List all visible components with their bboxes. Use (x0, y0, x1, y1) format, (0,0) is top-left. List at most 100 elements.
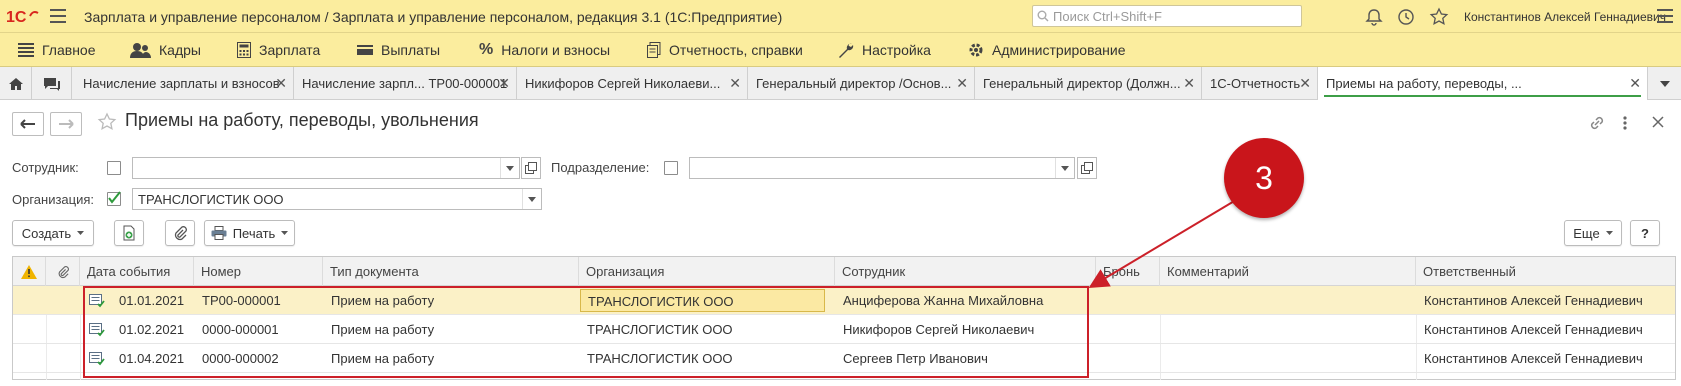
create-based-on-button[interactable] (114, 220, 144, 246)
search-placeholder: Поиск Ctrl+Shift+F (1053, 9, 1162, 24)
reports-icon (647, 42, 661, 58)
bell-icon[interactable] (1364, 7, 1384, 27)
app-title: Зарплата и управление персоналом / Зарпл… (84, 9, 783, 25)
column-label: Номер (201, 264, 242, 279)
department-open-button[interactable] (1077, 157, 1097, 179)
printer-icon (211, 226, 227, 240)
organization-value: ТРАНСЛОГИСТИК ООО (138, 192, 284, 207)
tab-payroll[interactable]: Начисление зарплаты и взносов ✕ (75, 67, 294, 100)
favorite-star-icon[interactable] (97, 112, 117, 132)
column-employee[interactable]: Сотрудник (835, 257, 1096, 286)
section-taxes[interactable]: % Налоги и взносы (479, 33, 610, 67)
more-label: Еще (1573, 225, 1600, 241)
section-payments[interactable]: Выплаты (357, 33, 440, 67)
column-label: Ответственный (1423, 264, 1516, 279)
close-icon[interactable]: ✕ (275, 75, 287, 92)
close-icon[interactable]: ✕ (498, 75, 510, 92)
tab-label: Начисление зарплаты и взносов (83, 76, 280, 91)
section-main[interactable]: Главное (18, 33, 96, 67)
dropdown-icon[interactable] (522, 189, 541, 209)
column-organization[interactable]: Организация (579, 257, 835, 286)
organization-filter-checkbox[interactable] (107, 191, 121, 206)
department-field[interactable] (689, 157, 1075, 179)
page-title: Приемы на работу, переводы, увольнения (125, 110, 479, 130)
more-actions-button[interactable]: Еще (1564, 220, 1622, 246)
section-hr[interactable]: Кадры (129, 33, 201, 67)
tab-director-position[interactable]: Генеральный директор (Должн... ✕ (975, 67, 1202, 100)
back-button[interactable] (12, 112, 44, 136)
tab-payroll-doc[interactable]: Начисление зарпл... ТР00-000001 ✕ (294, 67, 517, 100)
department-label: Подразделение: (551, 160, 650, 175)
search-icon (1037, 10, 1049, 22)
section-label: Кадры (159, 42, 201, 58)
tabs-dropdown-button[interactable] (1648, 67, 1681, 100)
department-filter-checkbox[interactable] (664, 161, 678, 175)
tab-label: Начисление зарпл... ТР00-000001 (302, 76, 508, 91)
help-button[interactable]: ? (1630, 220, 1660, 246)
title-bar: 1С Зарплата и управление персоналом / За… (0, 0, 1681, 33)
tab-director-main[interactable]: Генеральный директор /Основ... ✕ (748, 67, 975, 100)
home-tab[interactable] (0, 67, 32, 100)
tab-1c-reporting[interactable]: 1С-Отчетность ✕ (1202, 67, 1318, 100)
employee-filter-checkbox[interactable] (107, 161, 121, 175)
settings-menu-icon[interactable] (1657, 9, 1673, 23)
current-user[interactable]: Константинов Алексей Геннадиевич (1464, 10, 1666, 24)
attachments-button[interactable] (165, 220, 195, 246)
discussions-tab[interactable] (32, 67, 72, 100)
checkmark-icon (108, 191, 121, 204)
main-menu-icon[interactable] (50, 9, 66, 23)
close-icon[interactable]: ✕ (1183, 75, 1195, 92)
1c-logo-icon[interactable]: 1С (6, 7, 40, 25)
dropdown-icon[interactable] (1055, 158, 1074, 178)
section-settings[interactable]: Настройка (838, 33, 931, 67)
close-icon[interactable]: ✕ (956, 75, 968, 92)
tab-employee[interactable]: Никифоров Сергей Николаеви... ✕ (517, 67, 748, 100)
global-search-input[interactable]: Поиск Ctrl+Shift+F (1032, 5, 1302, 27)
close-icon[interactable]: ✕ (1629, 75, 1641, 92)
column-attachments[interactable] (46, 257, 80, 286)
tab-hiring-active[interactable]: Приемы на работу, переводы, ... ✕ (1318, 67, 1648, 100)
paperclip-icon (174, 226, 187, 241)
section-salary[interactable]: Зарплата (237, 33, 320, 67)
tab-label: Генеральный директор (Должн... (983, 76, 1181, 91)
column-number[interactable]: Номер (194, 257, 323, 286)
tab-label: Никифоров Сергей Николаеви... (525, 76, 721, 91)
organization-field[interactable]: ТРАНСЛОГИСТИК ООО (132, 188, 542, 210)
warning-icon (21, 265, 37, 279)
column-event-date[interactable]: Дата события (80, 257, 194, 286)
section-admin[interactable]: Администрирование (968, 33, 1126, 67)
employee-open-button[interactable] (521, 157, 541, 179)
active-tab-underline (1324, 95, 1641, 97)
section-label: Отчетность, справки (669, 42, 803, 58)
favorites-star-icon[interactable] (1429, 7, 1449, 27)
more-vertical-icon[interactable] (1622, 114, 1628, 132)
tab-label: Генеральный директор /Основ... (756, 76, 952, 91)
sections-panel: Главное Кадры Зарплата Выплаты % Налоги … (0, 33, 1681, 67)
close-form-icon[interactable] (1650, 114, 1666, 130)
dropdown-icon[interactable] (500, 158, 519, 178)
table-header: Дата события Номер Тип документа Организ… (13, 257, 1675, 286)
link-icon[interactable] (1588, 114, 1606, 132)
column-doc-type[interactable]: Тип документа (323, 257, 579, 286)
column-label: Дата события (87, 264, 171, 279)
create-button[interactable]: Создать (12, 220, 94, 246)
close-icon[interactable]: ✕ (1299, 75, 1311, 92)
print-button[interactable]: Печать (204, 220, 295, 246)
chevron-down-icon (1605, 231, 1613, 235)
history-icon[interactable] (1396, 7, 1416, 27)
document-add-icon (123, 225, 135, 241)
section-reports[interactable]: Отчетность, справки (647, 33, 803, 67)
column-warning[interactable] (13, 257, 46, 286)
column-responsible[interactable]: Ответственный (1416, 257, 1677, 286)
help-label: ? (1641, 225, 1649, 241)
arrow-right-icon (59, 119, 74, 129)
employee-field[interactable] (132, 157, 520, 179)
column-reservation[interactable]: Бронь (1096, 257, 1160, 286)
section-label: Администрирование (992, 42, 1126, 58)
menu-icon (18, 43, 34, 57)
column-comment[interactable]: Комментарий (1160, 257, 1416, 286)
column-label: Организация (586, 264, 665, 279)
close-icon[interactable]: ✕ (729, 75, 741, 92)
forward-button[interactable] (50, 112, 82, 136)
home-icon (8, 77, 23, 90)
